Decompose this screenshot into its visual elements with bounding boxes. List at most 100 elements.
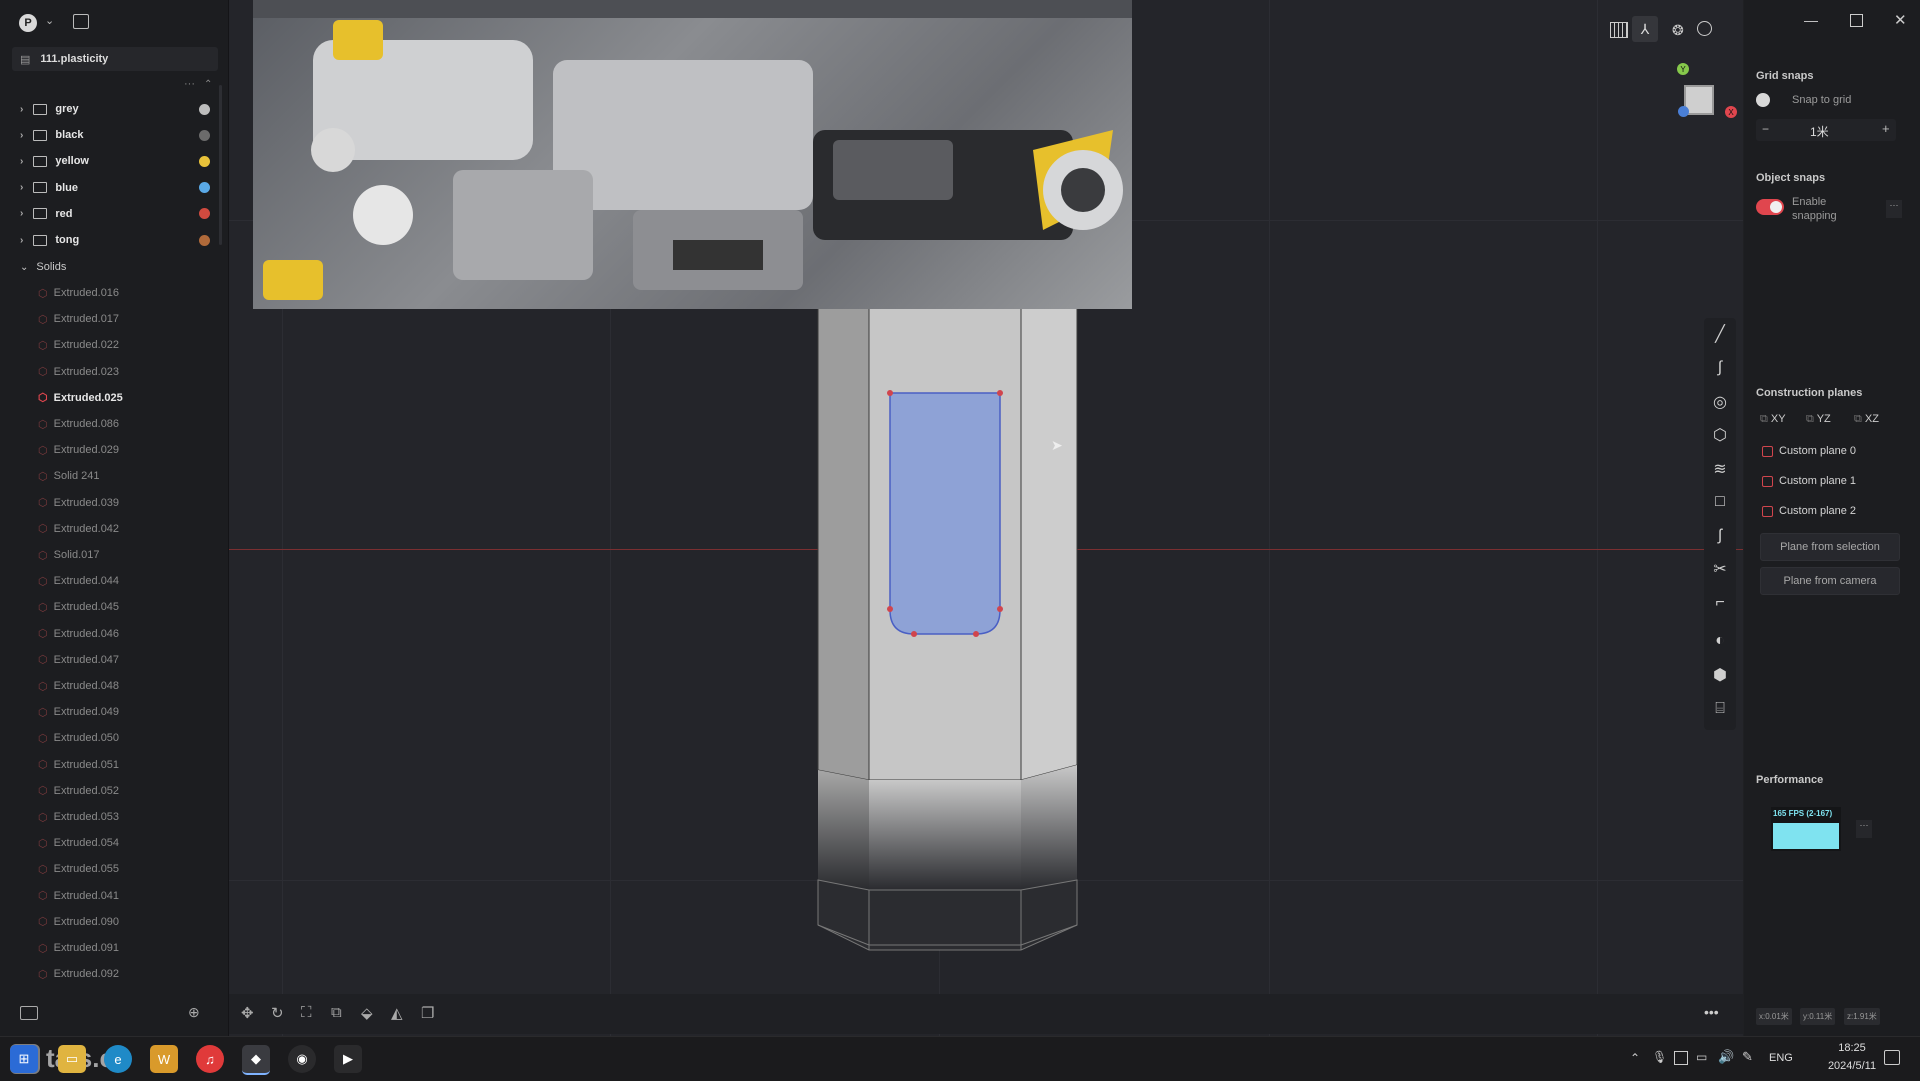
solid-item[interactable]: ⬡ Extruded.044 <box>0 569 228 593</box>
file-explorer-icon[interactable]: ▭ <box>58 1045 86 1073</box>
clock-date[interactable]: 2024/5/11 <box>1810 1060 1894 1072</box>
solid-item[interactable]: ⬡ Extruded.091 <box>0 936 228 960</box>
axes-icon[interactable]: ⅄ <box>1632 16 1658 42</box>
polygon-tool-icon[interactable]: ⬡ <box>1704 421 1736 449</box>
axis-x-gizmo[interactable]: X <box>1725 106 1737 118</box>
solid-item[interactable]: ⬡ Extruded.048 <box>0 674 228 698</box>
fillet-tool-icon[interactable]: ⌐ <box>1704 589 1736 617</box>
reference-image[interactable] <box>253 0 1132 309</box>
solid-item[interactable]: ⬡ Extruded.047 <box>0 648 228 672</box>
solid-item[interactable]: ⬡ Extruded.029 <box>0 438 228 462</box>
solid-item[interactable]: ⬡ Extruded.041 <box>0 884 228 908</box>
folder-color-dot[interactable] <box>199 182 210 194</box>
folder-color-dot[interactable] <box>199 103 210 115</box>
plasticity-app-icon[interactable]: ◆ <box>242 1045 270 1075</box>
app-w-icon[interactable]: W <box>150 1045 178 1073</box>
network-icon[interactable]: ▭ <box>1696 1050 1707 1064</box>
solid-item[interactable]: ⬡ Extruded.090 <box>0 910 228 934</box>
offset-icon[interactable]: ⧉ <box>331 1004 342 1021</box>
folder-item[interactable]: › black <box>0 123 228 147</box>
folder-color-dot[interactable] <box>199 208 210 220</box>
solid-item[interactable]: ⬡ Extruded.092 <box>0 962 228 986</box>
enable-snapping-toggle[interactable] <box>1756 199 1784 215</box>
snap-to-grid-toggle[interactable] <box>1756 93 1770 107</box>
plane-xz-button[interactable]: ⧉ XZ <box>1854 413 1879 426</box>
cube-tool-icon[interactable]: ⬢ <box>1704 661 1736 689</box>
axis-y-gizmo[interactable]: Y <box>1677 63 1689 75</box>
solid-item[interactable]: ⬡ Extruded.045 <box>0 595 228 619</box>
folder-item[interactable]: › red <box>0 202 228 226</box>
rotate-icon[interactable]: ↻ <box>271 1004 284 1022</box>
snapping-options-button[interactable]: ··· <box>1886 200 1902 218</box>
grid-value-stepper[interactable]: − 1米 + <box>1756 119 1896 141</box>
notifications-icon[interactable] <box>1884 1050 1900 1065</box>
folder-item[interactable]: › grey <box>0 97 228 121</box>
file-tab[interactable]: ▤ 111.plasticity <box>12 47 218 71</box>
plane-xy-button[interactable]: ⧉ XY <box>1760 413 1786 426</box>
folder-color-dot[interactable] <box>199 155 210 167</box>
start-icon[interactable]: ⊞ <box>10 1045 38 1073</box>
tray-app-icon[interactable] <box>1674 1051 1688 1065</box>
minimize-icon[interactable]: — <box>1804 12 1818 28</box>
scissors-icon[interactable]: ✂ <box>1704 555 1736 583</box>
solid-item[interactable]: ⬡ Extruded.053 <box>0 805 228 829</box>
line-tool-icon[interactable]: ╱ <box>1704 320 1736 348</box>
folder-color-dot[interactable] <box>199 234 210 246</box>
increment-button[interactable]: + <box>1882 121 1890 136</box>
render-mode-icon[interactable]: ❂ <box>1672 22 1684 39</box>
solid-item[interactable]: ⬡ Extruded.054 <box>0 831 228 855</box>
solid-item[interactable]: ⬡ Extruded.025 <box>0 386 228 410</box>
stack-tool-icon[interactable]: ≋ <box>1704 455 1736 483</box>
microphone-icon[interactable]: 🎙 <box>1652 1050 1667 1064</box>
sidebar-toggle-icon[interactable] <box>73 14 89 29</box>
more-options-icon[interactable]: ··· <box>184 78 195 90</box>
spline-tool-icon[interactable]: ʃ <box>1704 522 1736 550</box>
solid-item[interactable]: ⬡ Extruded.023 <box>0 360 228 384</box>
user-avatar[interactable]: P <box>19 14 37 32</box>
duplicate-icon[interactable]: ❐ <box>421 1004 434 1022</box>
pen-icon[interactable]: ✎ <box>1742 1049 1753 1065</box>
scrollbar[interactable] <box>219 85 222 245</box>
move-icon[interactable]: ✥ <box>241 1004 254 1022</box>
music-app-icon[interactable]: ♫ <box>196 1045 224 1073</box>
3d-viewport[interactable]: ➤ ⅄ ❂ Y X <box>229 0 1743 1036</box>
clock-time[interactable]: 18:25 <box>1820 1042 1884 1054</box>
solid-item[interactable]: ⬡ Extruded.086 <box>0 412 228 436</box>
grid-icon[interactable] <box>1610 22 1628 38</box>
solid-item[interactable]: ⬡ Solid 241 <box>0 464 228 488</box>
folder-item[interactable]: › tong <box>0 228 228 252</box>
solid-item[interactable]: ⬡ Extruded.049 <box>0 700 228 724</box>
solid-item[interactable]: ⬡ Extruded.051 <box>0 753 228 777</box>
material-icon[interactable] <box>1697 21 1712 36</box>
folder-item[interactable]: › blue <box>0 176 228 200</box>
scale-icon[interactable]: ⛶ <box>301 1004 312 1021</box>
solid-item[interactable]: ⬡ Extruded.022 <box>0 333 228 357</box>
curve-tool-icon[interactable]: ∫ <box>1704 354 1736 382</box>
chevron-down-icon[interactable]: ⌄ <box>45 14 54 27</box>
grid-value[interactable]: 1米 <box>1810 123 1829 140</box>
close-icon[interactable]: ✕ <box>1894 11 1907 29</box>
folder-color-dot[interactable] <box>199 129 210 141</box>
plane-from-selection-button[interactable]: Plane from selection <box>1760 533 1900 561</box>
solid-item[interactable]: ⬡ Extruded.050 <box>0 726 228 750</box>
sphere-tool-icon[interactable]: ◐ <box>1704 627 1736 655</box>
volume-icon[interactable]: 🔊 <box>1718 1049 1734 1065</box>
mirror-icon[interactable]: ◭ <box>391 1004 403 1022</box>
solid-item[interactable]: ⬡ Extruded.055 <box>0 857 228 881</box>
solid-item[interactable]: ⬡ Extruded.039 <box>0 491 228 515</box>
zoom-icon[interactable]: ⊕ <box>188 1004 200 1021</box>
tray-chevron-icon[interactable]: ⌃ <box>1630 1051 1640 1065</box>
folder-item[interactable]: › yellow <box>0 149 228 173</box>
language-indicator[interactable]: ENG <box>1769 1052 1793 1064</box>
solid-item[interactable]: ⬡ Extruded.042 <box>0 517 228 541</box>
decrement-button[interactable]: − <box>1762 122 1769 136</box>
collapse-up-icon[interactable]: ⌃ <box>204 79 212 90</box>
solid-item[interactable]: ⬡ Extruded.017 <box>0 307 228 331</box>
solid-item[interactable]: ⬡ Extruded.016 <box>0 281 228 305</box>
plane-yz-button[interactable]: ⧉ YZ <box>1806 413 1831 426</box>
solid-item[interactable]: ⬡ Extruded.052 <box>0 779 228 803</box>
performance-options-button[interactable]: ··· <box>1856 820 1872 838</box>
boolean-icon[interactable]: ⬙ <box>361 1004 373 1022</box>
circle-tool-icon[interactable]: ◎ <box>1704 388 1736 416</box>
rectangle-tool-icon[interactable]: □ <box>1704 488 1736 516</box>
